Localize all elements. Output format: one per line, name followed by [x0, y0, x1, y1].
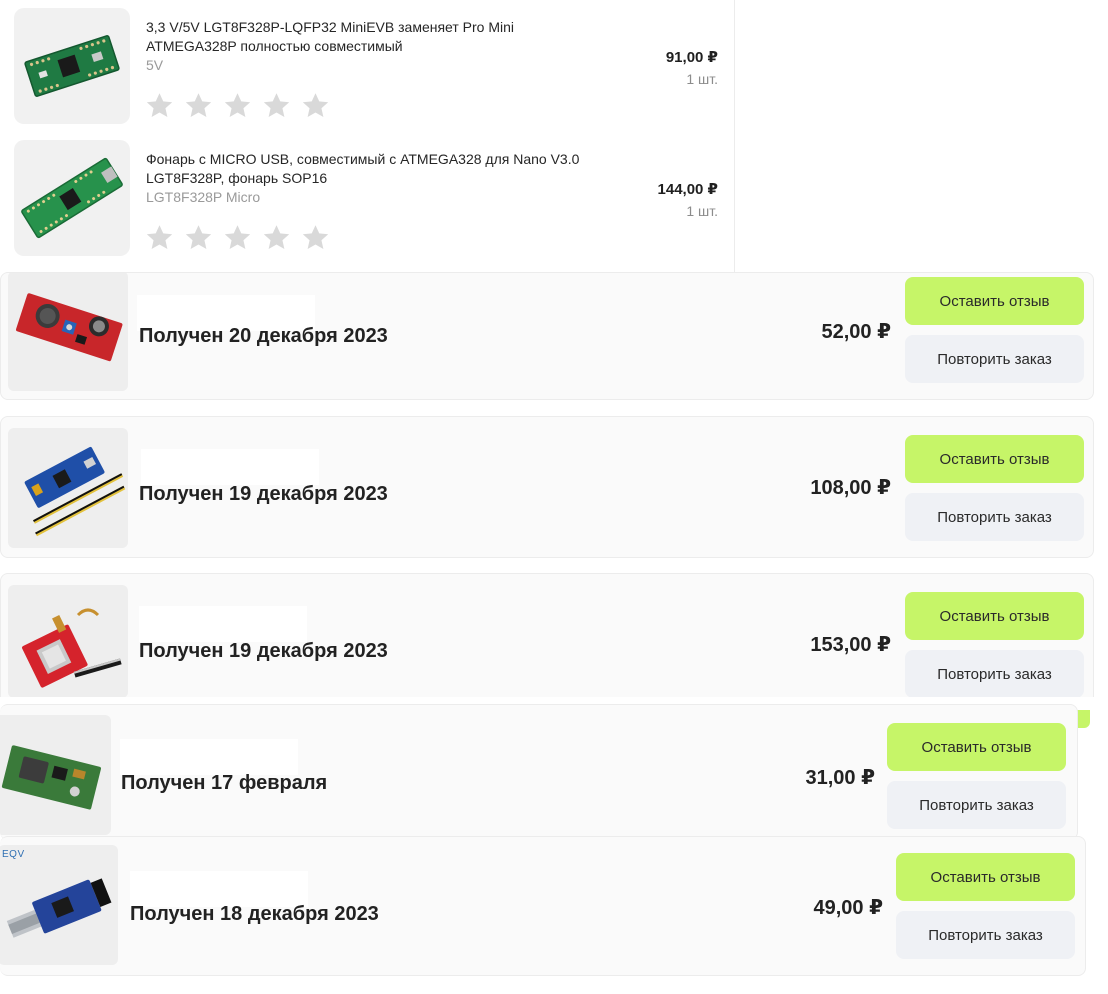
orders-page: 3,3 V/5V LGT8F328P-LQFP32 MiniEVB заменя…	[0, 0, 1108, 994]
product-image[interactable]	[14, 8, 130, 124]
product-quantity: 1 шт.	[686, 71, 718, 87]
star-icon[interactable]	[183, 90, 214, 121]
product-image[interactable]	[0, 715, 111, 835]
order-status: Получен 19 декабря 2023	[139, 483, 388, 505]
order-items-panel: 3,3 V/5V LGT8F328P-LQFP32 MiniEVB заменя…	[0, 0, 736, 276]
leave-review-button[interactable]: Оставить отзыв	[896, 853, 1075, 901]
product-variant: LGT8F328P Micro	[146, 189, 261, 205]
product-image[interactable]	[8, 428, 128, 548]
order-status: Получен 20 декабря 2023	[139, 325, 388, 347]
repeat-order-button[interactable]: Повторить заказ	[905, 650, 1084, 697]
brand-logo: EQV	[2, 849, 25, 860]
repeat-order-button[interactable]: Повторить заказ	[896, 911, 1075, 959]
order-amount: 52,00 ₽	[821, 321, 891, 343]
repeat-order-button[interactable]: Повторить заказ	[905, 493, 1084, 541]
product-variant: 5V	[146, 57, 164, 73]
rating-stars[interactable]	[144, 90, 331, 121]
panel-divider	[734, 0, 735, 274]
star-icon[interactable]	[222, 222, 253, 253]
product-image[interactable]	[8, 585, 128, 697]
order-card[interactable]: Получен 19 декабря 2023 108,00 ₽ Оставит…	[0, 416, 1094, 558]
order-amount: 108,00 ₽	[810, 477, 891, 499]
star-icon[interactable]	[261, 90, 292, 121]
product-title[interactable]: Фонарь с MICRO USB, совместимый с ATMEGA…	[146, 150, 596, 188]
hidden-title-area	[130, 871, 308, 907]
product-price: 144,00 ₽	[657, 181, 718, 198]
order-card[interactable]: Получен 17 февраля 31,00 ₽ Оставить отзы…	[0, 704, 1078, 840]
hidden-title-area	[141, 449, 319, 485]
rating-stars[interactable]	[144, 222, 331, 253]
order-item[interactable]: 3,3 V/5V LGT8F328P-LQFP32 MiniEVB заменя…	[14, 8, 726, 126]
order-card[interactable]: EQV Получен 18 декабря 2023 49,00 ₽ Оста…	[0, 836, 1086, 976]
leave-review-button[interactable]: Оставить отзыв	[905, 592, 1084, 640]
hidden-title-area	[139, 606, 307, 642]
order-status: Получен 17 февраля	[121, 772, 328, 794]
product-image[interactable]	[14, 140, 130, 256]
product-price: 91,00 ₽	[665, 49, 718, 66]
product-title[interactable]: 3,3 V/5V LGT8F328P-LQFP32 MiniEVB заменя…	[146, 18, 596, 56]
leave-review-button[interactable]: Оставить отзыв	[905, 277, 1084, 325]
star-icon[interactable]	[300, 222, 331, 253]
order-amount: 31,00 ₽	[805, 767, 875, 789]
repeat-order-button[interactable]: Повторить заказ	[905, 335, 1084, 383]
star-icon[interactable]	[300, 90, 331, 121]
hidden-title-area	[120, 739, 298, 775]
star-icon[interactable]	[144, 222, 175, 253]
star-icon[interactable]	[183, 222, 214, 253]
star-icon[interactable]	[222, 90, 253, 121]
star-icon[interactable]	[144, 90, 175, 121]
leave-review-button[interactable]: Оставить отзыв	[887, 723, 1066, 771]
order-amount: 49,00 ₽	[813, 897, 883, 919]
product-image[interactable]	[8, 273, 128, 391]
order-status: Получен 19 декабря 2023	[139, 640, 388, 662]
star-icon[interactable]	[261, 222, 292, 253]
order-card[interactable]: Получен 20 декабря 2023 52,00 ₽ Оставить…	[0, 272, 1094, 400]
leave-review-button[interactable]: Оставить отзыв	[905, 435, 1084, 483]
product-image[interactable]	[0, 845, 118, 965]
product-quantity: 1 шт.	[686, 203, 718, 219]
order-item[interactable]: Фонарь с MICRO USB, совместимый с ATMEGA…	[14, 140, 726, 258]
order-card[interactable]: Получен 19 декабря 2023 153,00 ₽ Оставит…	[0, 573, 1094, 697]
repeat-order-button[interactable]: Повторить заказ	[887, 781, 1066, 829]
order-status: Получен 18 декабря 2023	[130, 903, 379, 925]
order-amount: 153,00 ₽	[810, 634, 891, 656]
